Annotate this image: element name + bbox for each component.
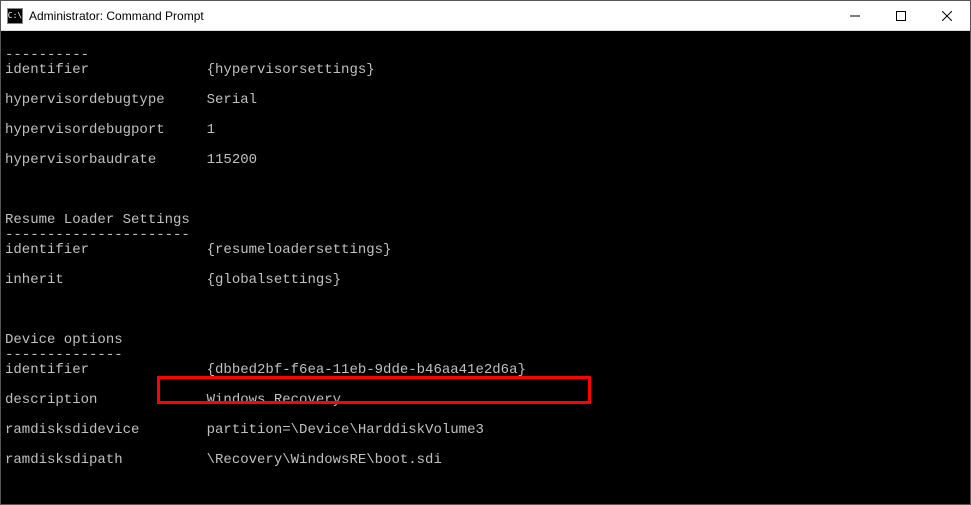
dashes: ---------------------- xyxy=(5,227,190,243)
close-icon xyxy=(942,11,952,21)
value-inherit: {globalsettings} xyxy=(207,272,341,288)
label-hypervisordebugport: hypervisordebugport xyxy=(5,123,207,138)
window-controls xyxy=(832,1,970,30)
value-ramdisksdipath: \Recovery\WindowsRE\boot.sdi xyxy=(207,452,442,468)
value-description: Windows Recovery xyxy=(207,392,341,408)
label-identifier: identifier xyxy=(5,243,207,258)
label-ramdisksdidevice: ramdisksdidevice xyxy=(5,423,207,438)
label-inherit: inherit xyxy=(5,273,207,288)
dashes: ---------- xyxy=(5,47,89,63)
label-identifier: identifier xyxy=(5,363,207,378)
minimize-icon xyxy=(850,11,860,21)
label-hypervisorbaudrate: hypervisorbaudrate xyxy=(5,153,207,168)
titlebar[interactable]: C:\ Administrator: Command Prompt xyxy=(1,1,970,31)
maximize-button[interactable] xyxy=(878,1,924,30)
value-hypervisorbaudrate: 115200 xyxy=(207,152,257,168)
label-identifier: identifier xyxy=(5,63,207,78)
label-description: description xyxy=(5,393,207,408)
terminal-output[interactable]: ---------- identifier{hypervisorsettings… xyxy=(1,31,970,504)
maximize-icon xyxy=(896,11,906,21)
cmd-icon: C:\ xyxy=(7,8,23,24)
label-hypervisordebugtype: hypervisordebugtype xyxy=(5,93,207,108)
value-identifier: {hypervisorsettings} xyxy=(207,62,375,78)
command-prompt-window: C:\ Administrator: Command Prompt ------… xyxy=(0,0,971,505)
label-ramdisksdipath: ramdisksdipath xyxy=(5,453,207,468)
value-identifier: {dbbed2bf-f6ea-11eb-9dde-b46aa41e2d6a} xyxy=(207,362,526,378)
section-title-resume: Resume Loader Settings xyxy=(5,212,190,228)
close-button[interactable] xyxy=(924,1,970,30)
value-identifier: {resumeloadersettings} xyxy=(207,242,392,258)
dashes: -------------- xyxy=(5,347,123,363)
value-ramdisksdidevice: partition=\Device\HarddiskVolume3 xyxy=(207,422,484,438)
window-title: Administrator: Command Prompt xyxy=(29,9,832,23)
section-title-device: Device options xyxy=(5,332,123,348)
value-hypervisordebugport: 1 xyxy=(207,122,215,138)
value-hypervisordebugtype: Serial xyxy=(207,92,257,108)
minimize-button[interactable] xyxy=(832,1,878,30)
